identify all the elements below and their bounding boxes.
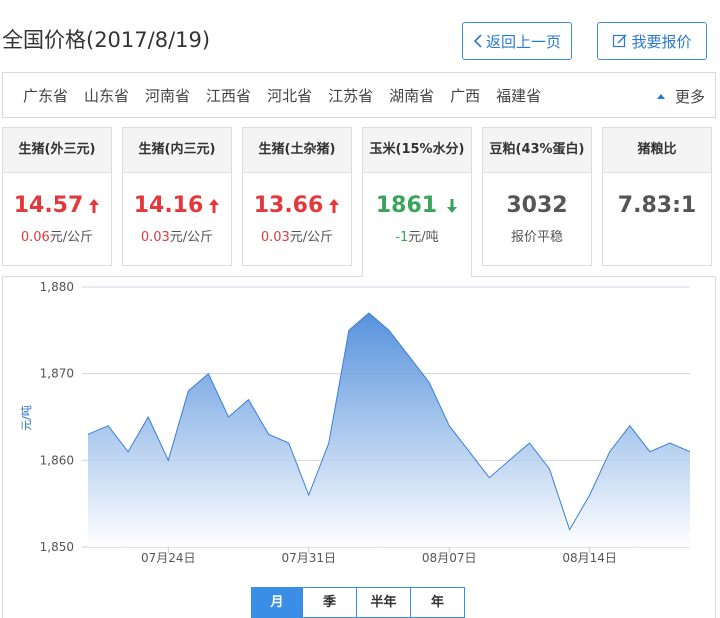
y-tick-label: 1,860 bbox=[40, 453, 74, 467]
y-axis-label: 元/吨 bbox=[20, 405, 33, 431]
tab-year[interactable]: 年 bbox=[410, 588, 464, 617]
arrow-down-icon bbox=[446, 198, 458, 214]
card-title: 玉米(15%水分) bbox=[363, 128, 471, 173]
x-tick-label: 07月31日 bbox=[281, 551, 336, 565]
area-fill bbox=[88, 313, 690, 547]
price-area-chart: 1,850 1,860 1,870 1,880 元/吨 07月24日 07月31日 08月07… bbox=[20, 280, 691, 565]
period-tabs: 月 季 半年 年 bbox=[251, 587, 465, 618]
y-tick-label: 1,870 bbox=[40, 367, 74, 381]
price-card-corn[interactable]: 玉米(15%水分) 1861 -1元/吨 bbox=[362, 127, 472, 277]
x-tick-label: 08月07日 bbox=[422, 551, 477, 565]
x-tick-label: 07月24日 bbox=[141, 551, 196, 565]
card-price: 1861 bbox=[363, 193, 471, 218]
y-tick-label: 1,880 bbox=[40, 280, 74, 294]
tab-quarter[interactable]: 季 bbox=[302, 588, 356, 617]
x-tick-label: 08月14日 bbox=[562, 551, 617, 565]
card-value: 1861 bbox=[375, 193, 438, 218]
tab-half-year[interactable]: 半年 bbox=[356, 588, 410, 617]
y-tick-label: 1,850 bbox=[40, 540, 74, 554]
card-change: -1元/吨 bbox=[395, 230, 439, 245]
tab-month[interactable]: 月 bbox=[252, 588, 302, 617]
